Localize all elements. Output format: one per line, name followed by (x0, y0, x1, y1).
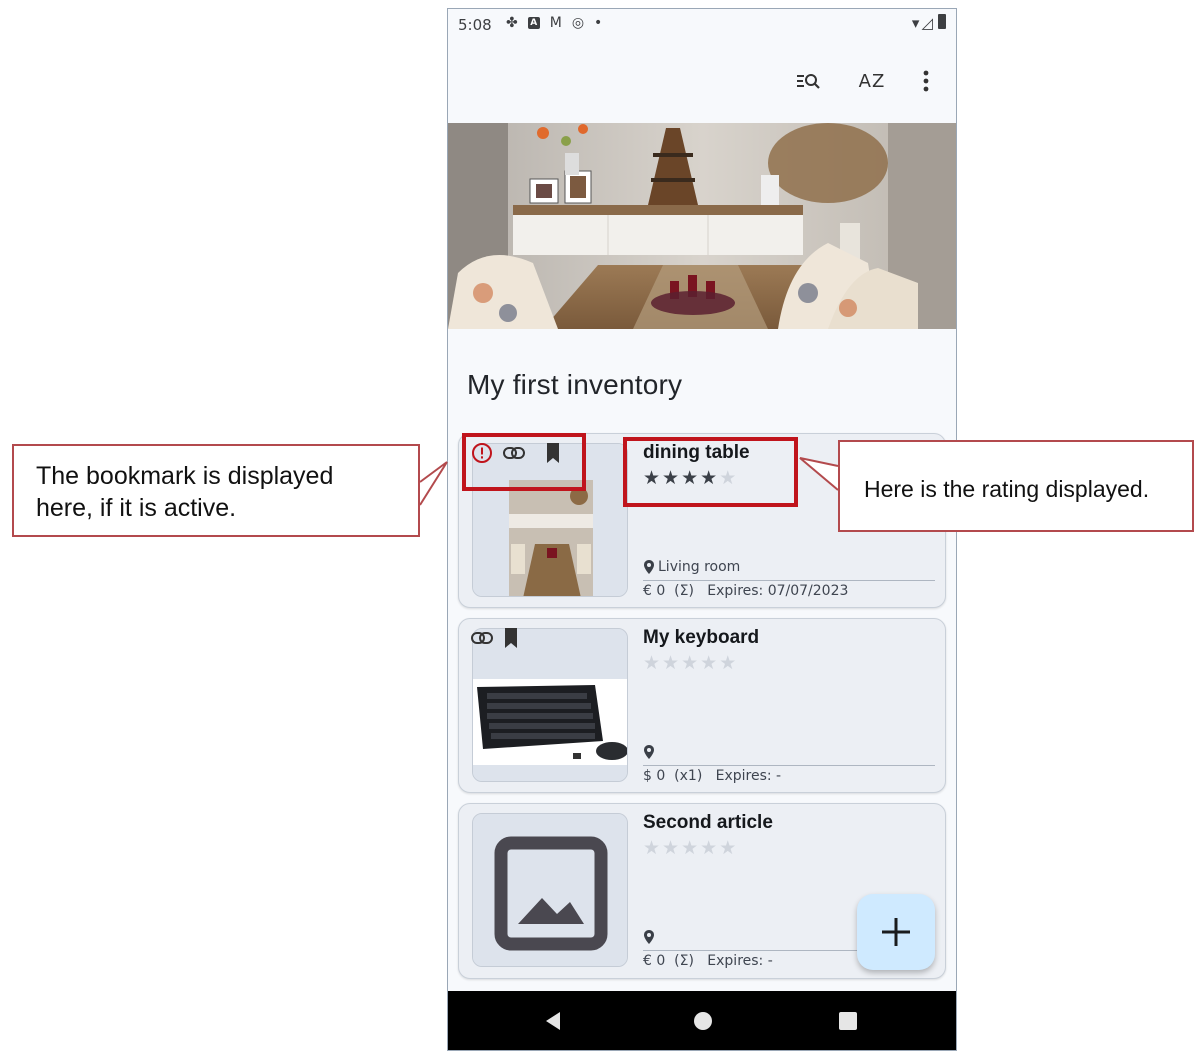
bookmark-callout: The bookmark is displayed here, if it is… (12, 444, 420, 537)
rating-callout: Here is the rating displayed. (838, 440, 1194, 532)
